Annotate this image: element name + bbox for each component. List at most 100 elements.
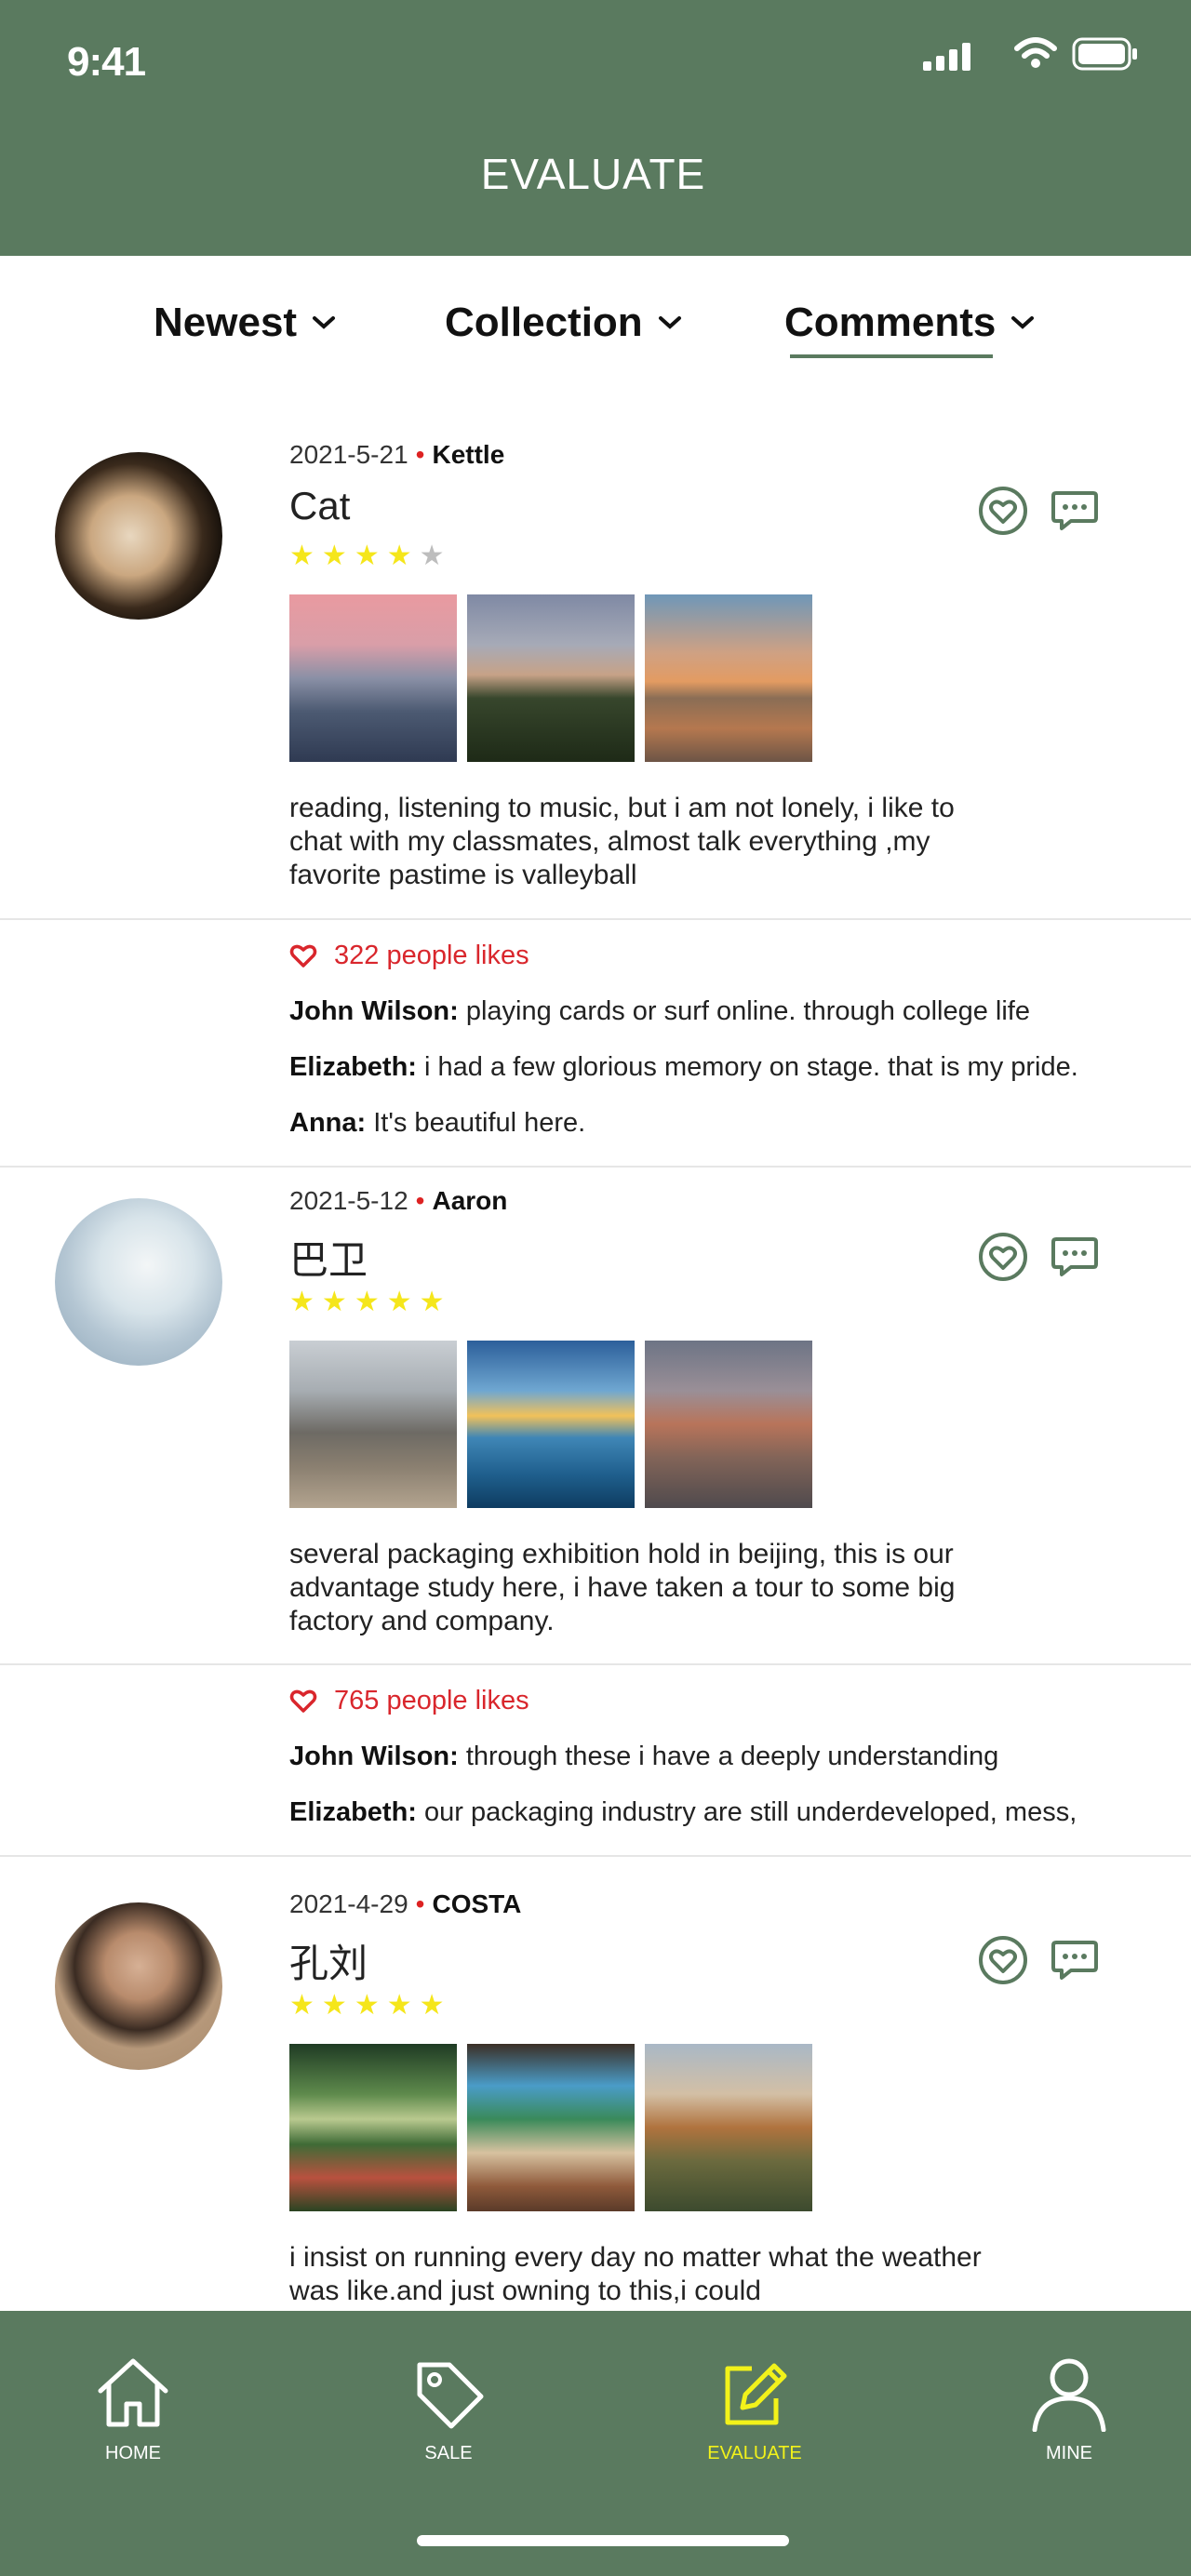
divider bbox=[0, 1855, 1191, 1857]
star-icon: ★ bbox=[386, 541, 412, 571]
comment-icon[interactable] bbox=[1048, 1933, 1102, 1987]
post-image[interactable] bbox=[467, 2044, 635, 2211]
tabbar-label: MINE bbox=[1046, 2443, 1092, 2463]
post-image[interactable] bbox=[289, 2044, 457, 2211]
wifi-icon bbox=[1014, 37, 1057, 68]
home-icon bbox=[98, 2358, 168, 2427]
status-time: 9:41 bbox=[67, 39, 146, 85]
likes-count: 322 people likes bbox=[334, 941, 529, 970]
page-title: EVALUATE bbox=[480, 150, 706, 198]
star-icon: ★ bbox=[289, 1287, 314, 1317]
comment-text: through these i have a deeply understand… bbox=[458, 1742, 999, 1771]
comment-text: It's beautiful here. bbox=[366, 1108, 586, 1138]
separator-dot: • bbox=[415, 440, 425, 469]
avatar[interactable] bbox=[55, 1902, 222, 2070]
star-icon: ★ bbox=[419, 1287, 445, 1317]
divider bbox=[0, 918, 1191, 920]
tab-comments[interactable]: Comments bbox=[784, 300, 1035, 346]
likes-row[interactable]: 322 people likes bbox=[289, 941, 529, 971]
post-meta: 2021-5-12 • Aaron bbox=[289, 1186, 507, 1216]
likes-row[interactable]: 765 people likes bbox=[289, 1686, 529, 1716]
heart-icon bbox=[289, 1689, 317, 1713]
post-image[interactable] bbox=[289, 1341, 457, 1508]
commenter-name[interactable]: Anna: bbox=[289, 1108, 366, 1138]
post-image[interactable] bbox=[467, 1341, 635, 1508]
user-icon bbox=[1032, 2358, 1106, 2433]
tabbar-label: EVALUATE bbox=[707, 2443, 802, 2463]
post-author[interactable]: Kettle bbox=[432, 440, 504, 469]
favorite-heart-icon[interactable] bbox=[976, 484, 1030, 538]
commenter-name[interactable]: Elizabeth: bbox=[289, 1052, 417, 1082]
post-image[interactable] bbox=[645, 1341, 812, 1508]
tabbar-item-sale[interactable]: SALE bbox=[365, 2354, 532, 2464]
post-date: 2021-5-21 bbox=[289, 440, 408, 469]
star-icon: ★ bbox=[354, 1287, 380, 1317]
post-title: 孔刘 bbox=[289, 1942, 368, 1985]
avatar[interactable] bbox=[55, 452, 222, 620]
tab-label: Newest bbox=[154, 300, 298, 345]
star-icon: ★ bbox=[386, 1990, 412, 2021]
avatar[interactable] bbox=[55, 1198, 222, 1366]
star-icon: ★ bbox=[354, 1990, 380, 2021]
tag-icon bbox=[417, 2362, 484, 2429]
star-icon: ★ bbox=[321, 1990, 347, 2021]
tabbar-label: HOME bbox=[105, 2443, 161, 2463]
comment-item: John Wilson: through these i have a deep… bbox=[289, 1742, 998, 1772]
rating-stars: ★ ★ ★ ★ ★ bbox=[289, 1288, 445, 1316]
commenter-name[interactable]: John Wilson: bbox=[289, 996, 459, 1026]
tab-collection[interactable]: Collection bbox=[445, 300, 682, 346]
separator-dot: • bbox=[415, 1889, 425, 1918]
post-text: i insist on running every day no matter … bbox=[289, 2242, 982, 2306]
post-title: Cat bbox=[289, 484, 351, 527]
tabbar-item-evaluate[interactable]: EVALUATE bbox=[671, 2354, 838, 2464]
home-indicator bbox=[417, 2535, 789, 2546]
tab-label: Comments bbox=[784, 300, 997, 345]
post-image[interactable] bbox=[289, 594, 457, 762]
comment-text: i had a few glorious memory on stage. th… bbox=[416, 1052, 1078, 1082]
signal-icon bbox=[923, 43, 970, 71]
star-icon: ★ bbox=[289, 1990, 314, 2021]
active-tab-indicator bbox=[790, 354, 993, 358]
separator-dot: • bbox=[415, 1186, 425, 1215]
tab-newest[interactable]: Newest bbox=[154, 300, 336, 346]
post-image[interactable] bbox=[645, 2044, 812, 2211]
post-title: 巴卫 bbox=[289, 1238, 368, 1282]
likes-count: 765 people likes bbox=[334, 1686, 529, 1715]
divider bbox=[0, 1166, 1191, 1168]
star-icon: ★ bbox=[321, 541, 347, 571]
commenter-name[interactable]: Elizabeth: bbox=[289, 1797, 417, 1827]
commenter-name[interactable]: John Wilson: bbox=[289, 1742, 459, 1771]
favorite-heart-icon[interactable] bbox=[976, 1230, 1030, 1284]
tabbar-item-mine[interactable]: MINE bbox=[985, 2354, 1153, 2464]
post-text: reading, listening to music, but i am no… bbox=[289, 793, 955, 890]
tab-label: Collection bbox=[445, 300, 643, 345]
post-meta: 2021-4-29 • COSTA bbox=[289, 1889, 521, 1919]
rating-stars: ★ ★ ★ ★ ★ bbox=[289, 542, 445, 570]
comment-text: playing cards or surf online. through co… bbox=[458, 996, 1030, 1026]
star-icon: ★ bbox=[354, 541, 380, 571]
post-date: 2021-4-29 bbox=[289, 1889, 408, 1918]
comment-icon[interactable] bbox=[1048, 1230, 1102, 1284]
star-icon: ★ bbox=[419, 1990, 445, 2021]
post-author[interactable]: Aaron bbox=[432, 1186, 507, 1215]
comment-text: our packaging industry are still underde… bbox=[416, 1797, 1077, 1827]
header-bar bbox=[0, 0, 1191, 256]
comment-item: Elizabeth: our packaging industry are st… bbox=[289, 1797, 1077, 1828]
divider bbox=[0, 1663, 1191, 1665]
chevron-down-icon bbox=[313, 316, 336, 329]
post-date: 2021-5-12 bbox=[289, 1186, 408, 1215]
comment-icon[interactable] bbox=[1048, 484, 1102, 538]
comment-item: Elizabeth: i had a few glorious memory o… bbox=[289, 1052, 1078, 1083]
chevron-down-icon bbox=[1011, 316, 1035, 329]
post-image[interactable] bbox=[467, 594, 635, 762]
edit-icon bbox=[725, 2363, 787, 2425]
post-author[interactable]: COSTA bbox=[432, 1889, 521, 1918]
tabbar-item-home[interactable]: HOME bbox=[49, 2354, 217, 2464]
favorite-heart-icon[interactable] bbox=[976, 1933, 1030, 1987]
heart-icon bbox=[289, 944, 317, 968]
rating-stars: ★ ★ ★ ★ ★ bbox=[289, 1992, 445, 2020]
star-icon: ★ bbox=[289, 541, 314, 571]
star-icon: ★ bbox=[419, 541, 445, 571]
post-text: several packaging exhibition hold in bei… bbox=[289, 1539, 956, 1636]
post-image[interactable] bbox=[645, 594, 812, 762]
